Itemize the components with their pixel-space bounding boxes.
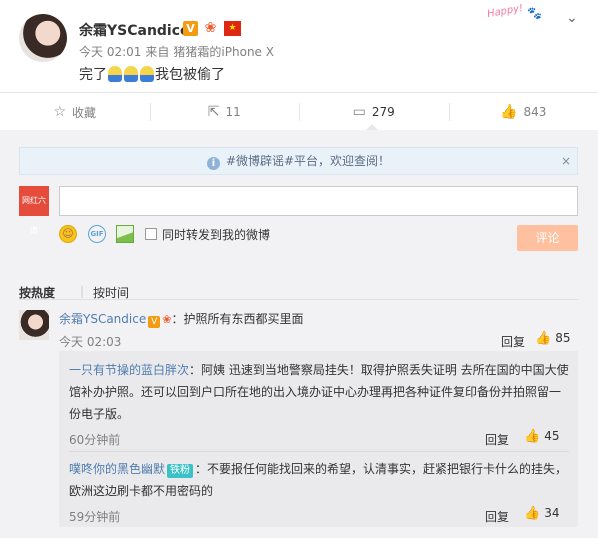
- repost-count: 11: [225, 105, 241, 119]
- comment-time: 今天 02:03: [59, 335, 122, 349]
- thumbs-up-icon: 👍: [500, 104, 518, 120]
- post-source-prefix: 来自: [145, 45, 170, 59]
- favorite-button[interactable]: ☆ 收藏: [0, 93, 150, 131]
- repost-checkbox-label[interactable]: 同时转发到我的微博: [162, 226, 270, 243]
- minion-emoji-icon: [140, 66, 154, 82]
- submit-comment-button[interactable]: 评论: [517, 225, 578, 251]
- happy-stamp: Happy!: [486, 2, 524, 21]
- sub-comment: 一只有节操的蓝白胖次：阿姨 迅速到当地警察局挂失！取得护照丢失证明 去所在国的中…: [69, 359, 569, 425]
- sub-comment: 噗咚你的黑色幽默 铁粉 ：不要报任何能找回来的希望，认清事实，赶紧把银行卡什么的挂失…: [69, 458, 569, 502]
- my-avatar[interactable]: 网红六道: [19, 186, 49, 235]
- repost-checkbox[interactable]: [145, 228, 157, 240]
- comment-like-count: 85: [555, 331, 571, 345]
- comment-content: 余霜YSCandice V ❀：护照所有东西都买里面: [59, 310, 303, 328]
- sub-comment-divider: [69, 451, 569, 452]
- china-flag-icon: ★: [224, 21, 241, 36]
- sub-like-button[interactable]: 👍 34: [524, 506, 559, 521]
- action-bar: ☆ 收藏 ⇱ 11 ▭ 279 👍 843: [0, 92, 598, 130]
- thumbs-up-icon: 👍: [524, 429, 541, 444]
- sort-bar: 按热度 | 按时间: [19, 270, 578, 300]
- gif-icon[interactable]: GIF: [88, 225, 106, 243]
- commenter-avatar[interactable]: [19, 310, 49, 340]
- sort-by-time[interactable]: 按时间: [93, 284, 129, 301]
- sub-comment-time: 60分钟前: [69, 433, 121, 447]
- sub-like-button[interactable]: 👍 45: [524, 429, 559, 444]
- info-icon: i: [206, 157, 220, 170]
- emoji-icon[interactable]: ☺: [59, 225, 77, 243]
- stamp-decoration-icon: 🐾: [527, 6, 542, 20]
- post-source[interactable]: 猪猪霜的iPhone X: [173, 45, 274, 59]
- commenter-name[interactable]: 余霜YSCandice: [59, 312, 146, 326]
- sort-divider: |: [80, 284, 85, 298]
- comment-icon: ▭: [352, 104, 366, 120]
- star-icon: ☆: [53, 104, 67, 120]
- comment-like-button[interactable]: 👍 85: [535, 331, 570, 346]
- rumor-notice-banner[interactable]: i #微博辟谣#平台，欢迎查阅！ ×: [19, 147, 578, 175]
- post-header: 余霜YSCandice V ❀ ★ 今天 02:01 来自 猪猪霜的iPhone X…: [0, 0, 598, 92]
- sub-comment-list: 一只有节操的蓝白胖次：阿姨 迅速到当地警察局挂失！取得护照丢失证明 去所在国的中…: [59, 351, 578, 527]
- notice-text: #微博辟谣#平台，欢迎查阅！: [225, 154, 391, 168]
- sub-comment-time: 59分钟前: [69, 510, 121, 524]
- sub-reply-button[interactable]: 回复: [485, 508, 509, 525]
- reply-button[interactable]: 回复: [501, 333, 525, 350]
- thumbs-up-icon: 👍: [524, 506, 541, 521]
- minion-emoji-icon: [108, 66, 122, 82]
- comment-count: 279: [371, 105, 395, 119]
- post-time[interactable]: 今天 02:01: [79, 45, 141, 59]
- like-button[interactable]: 👍 843: [448, 93, 598, 131]
- sub-commenter-name[interactable]: 一只有节操的蓝白胖次: [69, 363, 189, 377]
- sub-like-count: 45: [544, 429, 560, 443]
- fan-badge: 铁粉: [167, 464, 194, 478]
- sub-commenter-name[interactable]: 噗咚你的黑色幽默: [69, 462, 165, 476]
- vip-icon: ❀: [204, 20, 217, 36]
- sub-reply-button[interactable]: 回复: [485, 431, 509, 448]
- close-icon[interactable]: ×: [561, 148, 571, 174]
- minion-emoji-icon: [124, 66, 138, 82]
- verified-icon: V: [183, 21, 198, 36]
- sub-like-count: 34: [544, 506, 560, 520]
- verified-icon: V: [148, 316, 161, 328]
- favorite-label: 收藏: [72, 105, 97, 120]
- post-meta: 今天 02:01 来自 猪猪霜的iPhone X: [79, 43, 278, 60]
- comment-text: ：护照所有东西都买里面: [171, 312, 304, 326]
- thumbs-up-icon: 👍: [535, 331, 552, 346]
- sort-by-hot[interactable]: 按热度: [19, 284, 55, 301]
- post-text-before: 完了: [79, 67, 107, 83]
- image-icon[interactable]: [116, 225, 134, 243]
- post-text-after: 我包被偷了: [155, 67, 225, 83]
- author-avatar[interactable]: [19, 14, 67, 62]
- like-count: 843: [523, 105, 547, 119]
- repost-button[interactable]: ⇱ 11: [149, 93, 300, 131]
- post-text: 完了 我包被偷了: [79, 64, 225, 84]
- repost-icon: ⇱: [207, 104, 220, 120]
- chevron-down-icon[interactable]: ⌄: [566, 10, 578, 26]
- comment-input[interactable]: [59, 186, 578, 216]
- author-name[interactable]: 余霜YSCandice: [79, 20, 190, 40]
